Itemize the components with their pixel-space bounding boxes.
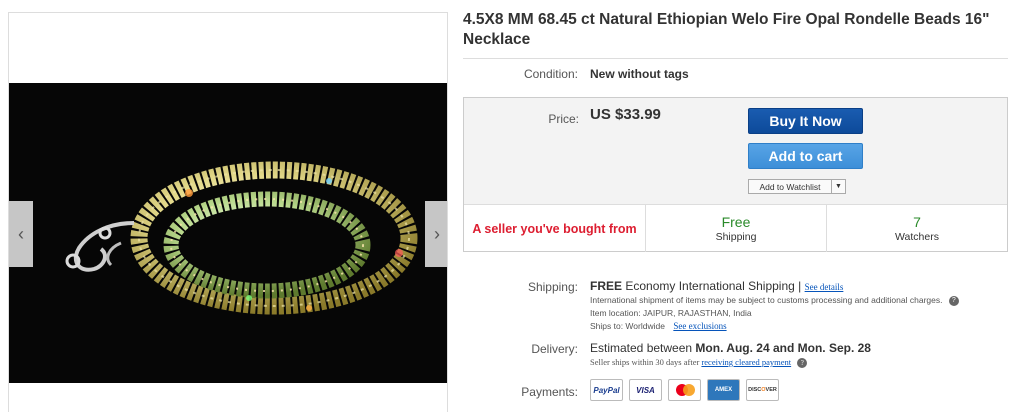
ships-to-text: Ships to: Worldwide xyxy=(590,321,665,331)
item-location: Item location: JAIPUR, RAJASTHAN, India xyxy=(590,308,752,318)
delivery-label: Delivery: xyxy=(531,342,578,356)
image-gallery: ‹ › xyxy=(8,12,448,412)
product-photo[interactable] xyxy=(9,83,447,383)
stats-bar: A seller you've bought from Free Shippin… xyxy=(464,204,1007,252)
payments-label: Payments: xyxy=(521,385,578,399)
watchlist-control: Add to Watchlist ▼ xyxy=(748,179,846,194)
price-value: US $33.99 xyxy=(590,106,661,123)
add-to-watchlist-button[interactable]: Add to Watchlist xyxy=(748,179,832,194)
seller-badge-text: A seller you've bought from xyxy=(472,221,637,236)
help-icon[interactable]: ? xyxy=(797,358,808,369)
seller-badge: A seller you've bought from xyxy=(464,205,646,252)
delivery-note: Seller ships within 30 days after receiv… xyxy=(590,357,808,369)
shipping-label: Shipping: xyxy=(527,280,578,294)
buy-box: Price: US $33.99 Buy It Now Add to cart … xyxy=(463,97,1008,252)
gallery-prev-button[interactable]: ‹ xyxy=(9,201,33,267)
watchlist-dropdown-button[interactable]: ▼ xyxy=(832,179,846,194)
shipping-summary: FREE Economy International Shipping | Se… xyxy=(590,279,843,293)
condition-label: Condition: xyxy=(523,67,578,81)
delivery-estimate: Estimated between Mon. Aug. 24 and Mon. … xyxy=(590,341,871,355)
cleared-payment-link[interactable]: receiving cleared payment xyxy=(701,357,791,367)
free-shipping-label: Shipping xyxy=(715,230,757,243)
delivery-note-text: Seller ships within 30 days after xyxy=(590,357,700,367)
amex-logo: AMEX xyxy=(707,379,740,401)
payment-methods: PayPal VISA AMEX DISC O VER xyxy=(590,379,779,401)
mastercard-logo xyxy=(668,379,701,401)
delivery-prefix: Estimated between xyxy=(590,341,693,355)
ships-to: Ships to: Worldwide See exclusions xyxy=(590,321,727,331)
free-shipping-stat: Free Shipping xyxy=(646,205,827,252)
discover-logo: DISC O VER xyxy=(746,379,779,401)
see-details-link[interactable]: See details xyxy=(805,282,844,292)
gallery-next-button[interactable]: › xyxy=(425,201,447,267)
help-icon[interactable]: ? xyxy=(948,295,959,306)
condition-value: New without tags xyxy=(590,67,689,81)
shipping-service: Economy International Shipping | xyxy=(625,279,802,293)
visa-logo: VISA xyxy=(629,379,662,401)
see-exclusions-link[interactable]: See exclusions xyxy=(673,321,726,331)
customs-note-text: International shipment of items may be s… xyxy=(590,295,943,305)
watchers-label: Watchers xyxy=(895,230,939,243)
chevron-left-icon: ‹ xyxy=(18,223,24,244)
caret-down-icon: ▼ xyxy=(835,183,842,190)
free-shipping-value: Free xyxy=(721,213,751,230)
divider xyxy=(463,58,1008,59)
buy-it-now-button[interactable]: Buy It Now xyxy=(748,108,863,134)
shipping-free: FREE xyxy=(590,279,623,293)
customs-note: International shipment of items may be s… xyxy=(590,295,959,306)
paypal-logo: PayPal xyxy=(590,379,623,401)
watchers-stat: 7 Watchers xyxy=(827,205,1007,252)
price-label: Price: xyxy=(548,112,579,126)
listing-title: 4.5X8 MM 68.45 ct Natural Ethiopian Welo… xyxy=(463,11,990,48)
add-to-cart-button[interactable]: Add to cart xyxy=(748,143,863,169)
chevron-right-icon: › xyxy=(434,223,440,244)
opal-necklace-image xyxy=(9,83,447,383)
listing-info: 4.5X8 MM 68.45 ct Natural Ethiopian Welo… xyxy=(463,10,1011,401)
delivery-range: Mon. Aug. 24 and Mon. Sep. 28 xyxy=(695,341,871,355)
watchers-count: 7 xyxy=(913,213,921,230)
